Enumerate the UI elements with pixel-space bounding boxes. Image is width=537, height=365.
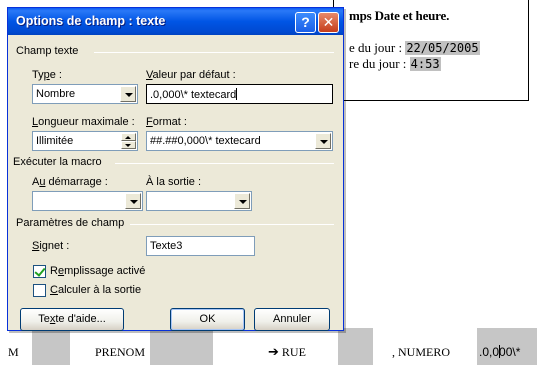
rue-label: RUE (281, 345, 306, 359)
date-field[interactable]: 22/05/2005 (405, 41, 480, 55)
prenom-label: PRENOM (95, 345, 146, 359)
numero-field-text[interactable]: .0,000\* (479, 345, 520, 359)
fill-enabled-label: Remplissage activé (50, 265, 146, 277)
cancel-button[interactable]: Annuler (254, 308, 330, 331)
chevron-down-icon[interactable] (234, 193, 250, 209)
max-length-stepper[interactable]: Illimitée (32, 131, 138, 151)
max-length-label: Longueur maximale : (32, 116, 135, 128)
format-select[interactable]: ##.##0,000\* textecard (146, 131, 333, 151)
help-icon[interactable]: ? (295, 12, 316, 33)
dialog-title: Options de champ : texte (16, 14, 166, 28)
on-exit-label: À la sortie : (146, 176, 202, 188)
separator (94, 52, 334, 53)
section-params: Paramètres de champ (16, 217, 129, 229)
spin-down-icon[interactable] (121, 141, 136, 149)
form-field-shade[interactable] (32, 328, 70, 365)
numero-label: , NUMERO (392, 345, 451, 359)
form-field-shade[interactable] (338, 328, 373, 365)
spin-up-icon[interactable] (121, 133, 136, 141)
ok-button[interactable]: OK (170, 308, 245, 331)
on-exit-select[interactable] (146, 191, 252, 211)
chevron-down-icon[interactable] (315, 133, 331, 149)
help-text-button[interactable]: Texte d'aide... (20, 308, 124, 331)
type-label: Type : (32, 69, 62, 81)
document-header-box: mps Date et heure. e du jour : 22/05/200… (333, 0, 529, 101)
bookmark-label: Signet : (32, 240, 70, 252)
default-value-input[interactable]: .0,000\* textecard (146, 84, 333, 104)
on-entry-select[interactable] (32, 191, 143, 211)
section-champ-texte: Champ texte (16, 45, 83, 57)
time-field[interactable]: 4:53 (409, 57, 441, 71)
document-heading: mps Date et heure. (349, 8, 450, 23)
on-entry-label: Au démarrage : (32, 176, 108, 188)
calc-on-exit-checkbox[interactable] (33, 284, 46, 297)
section-macro: Exécuter la macro (13, 156, 106, 168)
chevron-down-icon[interactable] (125, 193, 141, 209)
bookmark-input[interactable]: Texte3 (146, 236, 255, 256)
form-field-shade[interactable] (150, 328, 213, 365)
default-value-label: Valeur par défaut : (146, 69, 236, 81)
spin-buttons[interactable] (121, 133, 136, 149)
separator (130, 224, 334, 225)
arrow-right-icon: ➔ (268, 345, 279, 360)
chevron-down-icon[interactable] (120, 86, 136, 102)
close-icon[interactable]: ✕ (318, 12, 339, 33)
dialog-titlebar[interactable]: Options de champ : texte ? ✕ (8, 8, 343, 35)
fill-enabled-checkbox[interactable] (33, 265, 46, 278)
type-select[interactable]: Nombre (32, 84, 138, 104)
date-line: e du jour : 22/05/2005 (349, 40, 480, 55)
document-form-row: M PRENOM ➔ RUE , NUMERO .0,000\* (0, 328, 537, 365)
time-line: re du jour : 4:53 (349, 56, 441, 71)
name-fragment: M (8, 345, 19, 359)
calc-on-exit-label: Calculer à la sortie (50, 284, 142, 296)
field-options-dialog: Options de champ : texte ? ✕ Champ texte… (7, 7, 344, 331)
separator (115, 163, 334, 164)
format-label: Format : (146, 116, 187, 128)
